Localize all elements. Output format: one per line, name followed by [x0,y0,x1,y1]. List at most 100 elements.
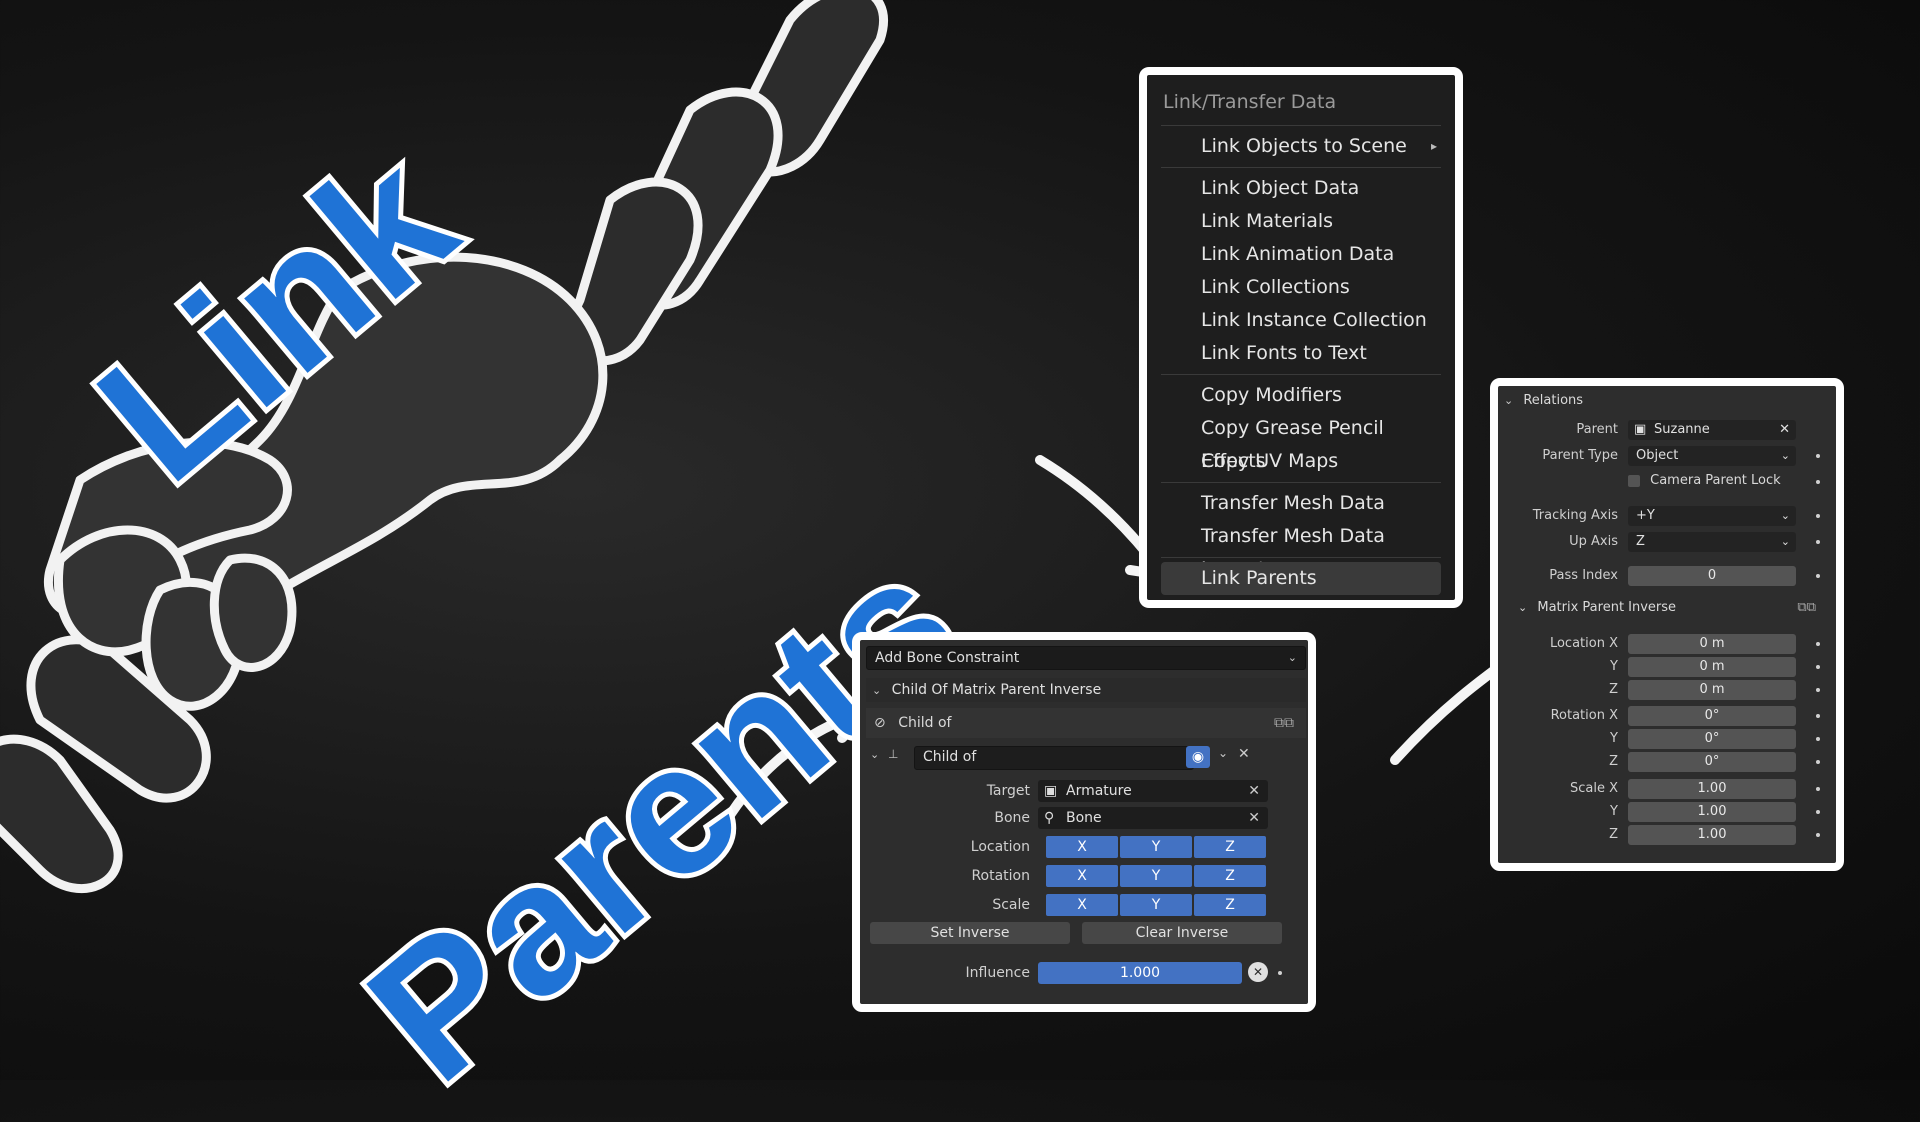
location-y-toggle[interactable]: Y [1120,836,1192,858]
keyframe-dot[interactable] [1816,810,1820,814]
scale-x-field[interactable]: 1.00 [1628,779,1796,799]
rotation-x-field[interactable]: 0° [1628,706,1796,726]
object-icon: ▣ [1634,422,1647,437]
target-label: Target [986,783,1030,799]
menu-item-link-materials[interactable]: Link Materials [1161,205,1441,238]
collapse-chevron-icon: ⌄ [872,684,882,697]
keyframe-dot[interactable] [1816,514,1820,518]
keyframe-dot[interactable] [1816,665,1820,669]
rotation-y-field[interactable]: 0° [1628,729,1796,749]
menu-separator [1161,482,1441,483]
scale-x-label: Scale X [1569,781,1618,796]
keyframe-dot[interactable] [1816,714,1820,718]
menu-item-transfer-mesh-data[interactable]: Transfer Mesh Data [1161,487,1441,520]
copy-paste-icon[interactable]: ⧉⧉ [1274,708,1294,738]
scale-xyz-toggles: X Y Z [1046,894,1266,916]
rotation-label: Rotation [971,868,1030,884]
matrix-parent-inverse-header[interactable]: ⌄ Matrix Parent Inverse ⧉⧉ [1518,598,1828,618]
tracking-axis-dropdown[interactable]: +Y ⌄ [1628,506,1796,526]
menu-item-link-object-data[interactable]: Link Object Data [1161,172,1441,205]
menu-item-copy-modifiers[interactable]: Copy Modifiers [1161,379,1441,412]
menu-item-link-animation-data[interactable]: Link Animation Data [1161,238,1441,271]
menu-separator [1161,125,1441,126]
rotation-xyz-toggles: X Y Z [1046,865,1266,887]
add-bone-constraint-dropdown[interactable]: Add Bone Constraint ⌄ [866,646,1306,670]
up-axis-label: Up Axis [1569,534,1618,549]
checkbox[interactable] [1628,474,1640,487]
camera-parent-lock-row[interactable]: Camera Parent Lock [1628,472,1808,490]
clear-bone-icon[interactable]: ✕ [1248,807,1260,829]
menu-item-link-instance-collection[interactable]: Link Instance Collection [1161,304,1441,337]
keyframe-dot[interactable] [1816,737,1820,741]
keyframe-dot[interactable] [1816,480,1820,484]
menu-item-copy-grease-pencil-effects[interactable]: Copy Grease Pencil Effects [1161,412,1441,472]
keyframe-dot[interactable] [1816,787,1820,791]
animate-influence-icon[interactable]: ✕ [1248,962,1268,982]
pass-index-field[interactable]: 0 [1628,566,1796,586]
rotation-y-toggle[interactable]: Y [1120,865,1192,887]
copy-paste-icon[interactable]: ⧉⧉ [1797,598,1816,618]
parent-type-label: Parent Type [1542,448,1618,463]
dropdown-arrow-icon[interactable]: ⌄ [1218,746,1228,760]
menu-item-link-parents[interactable]: Link Parents [1161,562,1441,595]
chevron-down-icon: ⌄ [1780,535,1790,548]
location-x-field[interactable]: 0 m [1628,634,1796,654]
constraint-name-field[interactable]: Child of [914,746,1194,770]
remove-constraint-icon[interactable]: ✕ [1238,746,1250,762]
scale-x-toggle[interactable]: X [1046,894,1118,916]
scale-y-toggle[interactable]: Y [1120,894,1192,916]
location-xyz-toggles: X Y Z [1046,836,1266,858]
keyframe-dot[interactable] [1816,688,1820,692]
parent-field[interactable]: ▣ Suzanne ✕ [1628,420,1796,440]
child-of-subheader: ⊘ Child of ⧉⧉ [866,708,1306,738]
section-header[interactable]: ⌄ Child Of Matrix Parent Inverse [866,678,1306,702]
menu-item-copy-uv-maps[interactable]: Copy UV Maps [1161,445,1441,478]
keyframe-dot[interactable] [1278,971,1282,975]
location-z-field[interactable]: 0 m [1628,680,1796,700]
influence-label: Influence [965,965,1031,981]
scale-z-toggle[interactable]: Z [1194,894,1266,916]
bone-label: Bone [994,810,1030,826]
menu-title: Link/Transfer Data [1163,91,1337,113]
relations-header[interactable]: ⌄ Relations [1504,390,1834,412]
clear-parent-icon[interactable]: ✕ [1779,420,1790,440]
scale-z-field[interactable]: 1.00 [1628,825,1796,845]
rotation-x-toggle[interactable]: X [1046,865,1118,887]
expand-chevron-icon[interactable]: ⌄ [870,748,879,761]
set-inverse-button[interactable]: Set Inverse [870,922,1070,944]
rotation-z-field[interactable]: 0° [1628,752,1796,772]
chevron-down-icon: ⌄ [1780,509,1790,522]
collapse-chevron-icon: ⌄ [1504,394,1514,407]
clear-inverse-button[interactable]: Clear Inverse [1082,922,1282,944]
rotation-x-label: Rotation X [1550,708,1618,723]
menu-item-link-objects-to-scene[interactable]: Link Objects to Scene ▸ [1161,130,1441,163]
keyframe-dot[interactable] [1816,642,1820,646]
bone-constraint-icon: ⊥ [888,747,899,761]
menu-item-link-collections[interactable]: Link Collections [1161,271,1441,304]
visibility-eye-icon[interactable]: ◉ [1186,746,1210,768]
bone-field[interactable]: ⚲ Bone ✕ [1038,807,1268,829]
location-y-label: Y [1610,659,1618,674]
up-axis-dropdown[interactable]: Z ⌄ [1628,532,1796,552]
keyframe-dot[interactable] [1816,454,1820,458]
location-label: Location [970,839,1030,855]
scale-y-field[interactable]: 1.00 [1628,802,1796,822]
target-field[interactable]: ▣ Armature ✕ [1038,780,1268,802]
keyframe-dot[interactable] [1816,833,1820,837]
menu-item-link-fonts-to-text[interactable]: Link Fonts to Text [1161,337,1441,370]
parent-type-dropdown[interactable]: Object ⌄ [1628,446,1796,466]
location-y-field[interactable]: 0 m [1628,657,1796,677]
parent-label: Parent [1576,422,1618,437]
menu-item-transfer-mesh-data-layout[interactable]: Transfer Mesh Data Layout [1161,520,1441,580]
scale-y-label: Y [1610,804,1618,819]
location-z-label: Z [1609,682,1618,697]
location-z-toggle[interactable]: Z [1194,836,1266,858]
keyframe-dot[interactable] [1816,574,1820,578]
clear-target-icon[interactable]: ✕ [1248,780,1260,802]
influence-slider[interactable]: 1.000 [1038,962,1242,984]
keyframe-dot[interactable] [1816,760,1820,764]
location-x-toggle[interactable]: X [1046,836,1118,858]
rotation-z-toggle[interactable]: Z [1194,865,1266,887]
keyframe-dot[interactable] [1816,540,1820,544]
relations-panel: ⌄ Relations Parent ▣ Suzanne ✕ Parent Ty… [1490,378,1844,871]
